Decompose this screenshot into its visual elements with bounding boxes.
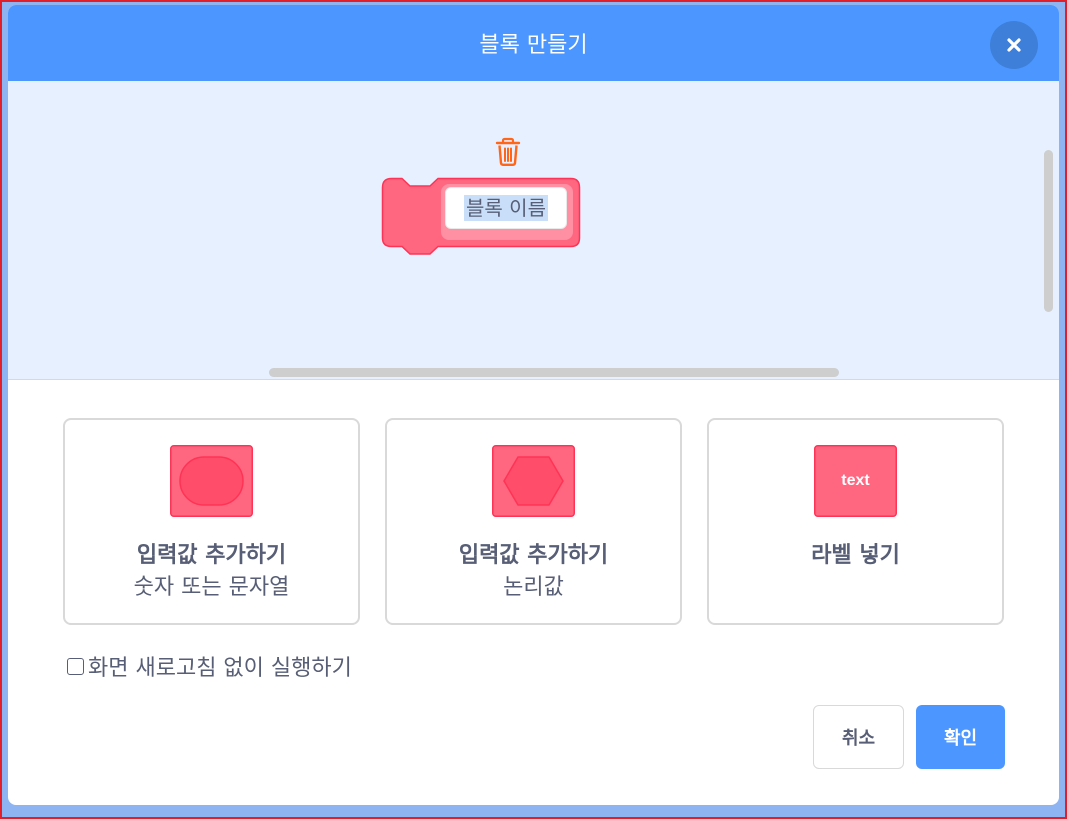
option-title: 라벨 넣기	[811, 543, 900, 568]
block-workspace: 블록 이름	[8, 81, 1059, 380]
vertical-scrollbar[interactable]	[1044, 150, 1053, 312]
option-subtitle: 논리값	[503, 575, 564, 600]
make-block-dialog: 블록 만들기 블록 이름 입력값 추가하기 숫자 또는 문자열 입력값 추가하기…	[8, 5, 1059, 805]
close-icon	[1007, 38, 1021, 52]
dialog-header: 블록 만들기	[8, 5, 1059, 81]
add-label-option[interactable]: text 라벨 넣기	[707, 418, 1004, 625]
option-subtitle: 숫자 또는 문자열	[133, 575, 290, 600]
run-without-refresh-row[interactable]: 화면 새로고침 없이 실행하기	[67, 650, 352, 682]
label-icon-text: text	[841, 472, 870, 489]
round-input-icon	[170, 445, 253, 517]
ok-button[interactable]: 확인	[916, 705, 1005, 769]
run-without-refresh-checkbox[interactable]	[67, 657, 84, 675]
ok-button-label: 확인	[943, 728, 978, 749]
cancel-button[interactable]: 취소	[813, 705, 904, 769]
add-input-number-text-option[interactable]: 입력값 추가하기 숫자 또는 문자열	[63, 418, 360, 625]
close-button[interactable]	[990, 21, 1038, 69]
cancel-button-label: 취소	[841, 728, 876, 749]
block-name-input[interactable]: 블록 이름	[445, 187, 567, 229]
horizontal-scrollbar[interactable]	[269, 368, 839, 377]
delete-icon[interactable]	[494, 137, 522, 167]
boolean-input-icon	[492, 445, 575, 517]
run-without-refresh-label: 화면 새로고침 없이 실행하기	[88, 656, 352, 681]
add-input-boolean-option[interactable]: 입력값 추가하기 논리값	[385, 418, 682, 625]
dialog-title: 블록 만들기	[479, 33, 588, 58]
block-name-text: 블록 이름	[464, 195, 548, 221]
option-title: 입력값 추가하기	[136, 543, 287, 568]
label-icon: text	[814, 445, 897, 517]
option-title: 입력값 추가하기	[458, 543, 609, 568]
